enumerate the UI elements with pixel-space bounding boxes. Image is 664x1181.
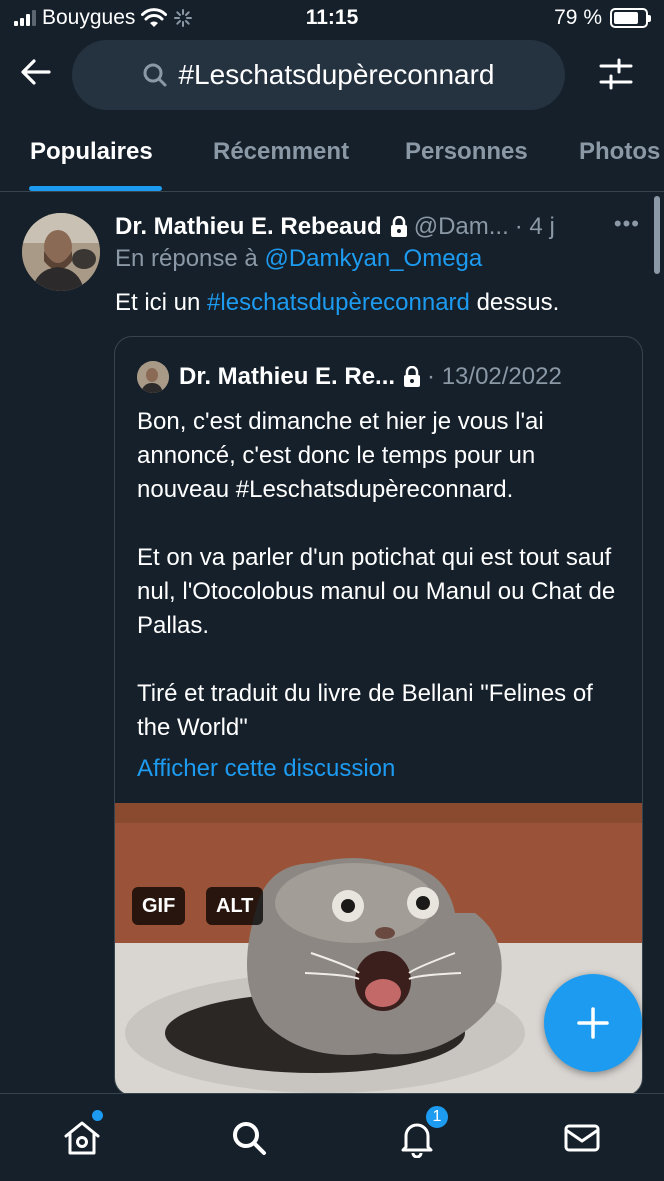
search-icon [143, 63, 167, 87]
sliders-icon[interactable] [598, 56, 634, 92]
reply-context: En réponse à @Damkyan_Omega [115, 245, 482, 273]
quoted-paragraph: Bon, c'est dimanche et hier je vous l'ai… [137, 408, 544, 503]
plus-icon [577, 1007, 609, 1039]
tweet-text-end: dessus. [476, 289, 560, 316]
notification-badge: 1 [424, 1104, 450, 1130]
battery-percent: 79 % [554, 6, 602, 29]
search-tabs: Populaires Récemment Personnes Photos [0, 128, 664, 192]
quoted-paragraph: Et on va parler d'un potichat qui est to… [137, 544, 616, 639]
quoted-tweet-header: Dr. Mathieu E. Re... · 13/02/2022 [137, 359, 622, 395]
lock-icon [390, 216, 408, 238]
search-input[interactable]: #Leschatsdupèreconnard [72, 40, 565, 110]
battery-info: 79 % [554, 6, 651, 30]
lock-icon [403, 366, 421, 388]
battery-icon [610, 8, 651, 28]
show-thread-link[interactable]: Afficher cette discussion [137, 755, 395, 783]
scrollbar[interactable] [654, 196, 660, 274]
arrow-left-icon[interactable] [18, 54, 54, 90]
compose-tweet-button[interactable] [544, 974, 642, 1072]
tweet-text: Et ici un #leschatsdupèreconnard dessus. [115, 289, 559, 317]
home-icon[interactable] [62, 1118, 102, 1158]
quoted-tweet[interactable]: Dr. Mathieu E. Re... · 13/02/2022 Bon, c… [114, 336, 643, 1096]
active-tab-indicator [29, 186, 162, 191]
author-handle[interactable]: @Dam... [414, 213, 509, 241]
alt-badge[interactable]: ALT [206, 887, 264, 925]
quoted-avatar [137, 361, 169, 393]
quoted-text: Bon, c'est dimanche et hier je vous l'ai… [137, 405, 627, 779]
tab-photos[interactable]: Photos [579, 138, 660, 166]
reply-to-link[interactable]: @Damkyan_Omega [264, 245, 482, 272]
search-query: #Leschatsdupèreconnard [178, 59, 495, 90]
tab-recemment[interactable]: Récemment [213, 138, 349, 166]
quoted-date: · 13/02/2022 [427, 363, 562, 390]
gif-badge: GIF [132, 887, 186, 925]
more-options-icon[interactable]: ••• [614, 211, 640, 237]
search-icon[interactable] [229, 1118, 269, 1158]
hashtag-link[interactable]: #leschatsdupèreconnard [207, 289, 470, 316]
quoted-author-name: Dr. Mathieu E. Re... [179, 363, 396, 390]
author-name[interactable]: Dr. Mathieu E. Rebeaud [115, 213, 382, 241]
reply-prefix: En réponse à [115, 245, 258, 272]
search-header: #Leschatsdupèreconnard [0, 38, 664, 110]
tweet[interactable]: Dr. Mathieu E. Rebeaud @Dam... · 4 j •••… [0, 193, 664, 1096]
status-bar: Bouygues 11:15 79 % [0, 0, 664, 36]
avatar[interactable] [22, 213, 100, 291]
home-new-indicator [92, 1110, 103, 1121]
tweet-header: Dr. Mathieu E. Rebeaud @Dam... · 4 j ••• [115, 211, 640, 243]
bottom-navigation: 1 [0, 1093, 664, 1181]
tab-personnes[interactable]: Personnes [405, 138, 528, 166]
tab-populaires[interactable]: Populaires [30, 138, 153, 166]
mail-icon[interactable] [562, 1118, 602, 1158]
quoted-paragraph: Tiré et traduit du livre de Bellani "Fel… [137, 680, 593, 741]
tweet-time: · 4 j [514, 213, 555, 240]
tweet-text-start: Et ici un [115, 289, 201, 316]
